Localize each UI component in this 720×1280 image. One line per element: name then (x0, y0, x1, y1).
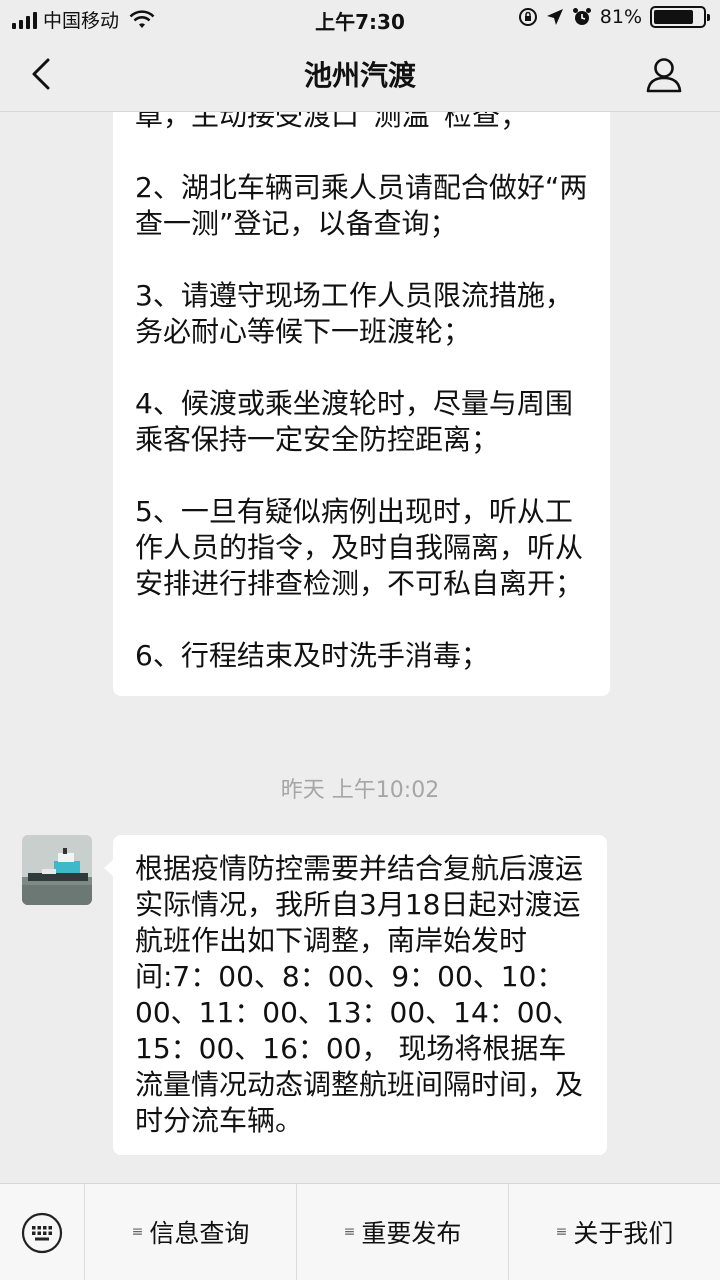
message-item: 3、请遵守现场工作人员限流措施，务必耐心等候下一班渡轮； (135, 279, 573, 348)
menu-lines-icon: ≡ (343, 1224, 356, 1240)
menu-item-info-query[interactable]: ≡ 信息查询 (85, 1184, 297, 1280)
rotation-lock-icon (518, 8, 537, 26)
status-bar: 中国移动 上午7:30 81% (0, 0, 720, 36)
avatar[interactable] (22, 835, 92, 905)
message-text: 根据疫情防控需要并结合复航后渡运实际情况，我所自3月18日起对渡运航班作出如下调… (135, 852, 584, 1137)
alarm-icon (572, 8, 591, 25)
menu-item-about-us[interactable]: ≡ 关于我们 (509, 1184, 720, 1280)
person-icon[interactable] (644, 54, 684, 94)
status-left: 中国移动 (12, 6, 155, 33)
ferry-avatar-image (22, 835, 92, 905)
status-right: 81% (518, 6, 710, 28)
message-partial-line: 章，主动接受渡口“测温”检查； (135, 112, 529, 132)
battery-icon (650, 6, 710, 28)
signal-icon (12, 11, 37, 29)
message-bubble[interactable]: 章，主动接受渡口“测温”检查； 2、湖北车辆司乘人员请配合做好“两查一测”登记，… (113, 112, 610, 696)
keyboard-toggle-button[interactable] (0, 1184, 85, 1280)
message-item: 6、行程结束及时洗手消毒； (135, 639, 489, 672)
keyboard-icon (21, 1212, 63, 1253)
nav-bar: 池州汽渡 (0, 36, 720, 112)
chevron-left-icon[interactable] (22, 54, 62, 94)
battery-fill (654, 10, 693, 24)
wifi-icon (129, 9, 155, 28)
message-item: 5、一旦有疑似病例出现时，听从工作人员的指令，及时自我隔离，听从安排进行排查检测… (135, 495, 584, 600)
menu-lines-icon: ≡ (131, 1224, 144, 1240)
page-title: 池州汽渡 (303, 59, 416, 92)
menu-item-label: 信息查询 (149, 1219, 250, 1248)
menu-item-label: 重要发布 (361, 1219, 462, 1248)
location-arrow-icon (546, 9, 563, 25)
menu-item-label: 关于我们 (573, 1219, 674, 1248)
menu-item-announcements[interactable]: ≡ 重要发布 (297, 1184, 509, 1280)
battery-percent: 81% (599, 6, 642, 28)
chat-area[interactable]: 章，主动接受渡口“测温”检查； 2、湖北车辆司乘人员请配合做好“两查一测”登记，… (0, 112, 720, 1183)
menu-lines-icon: ≡ (555, 1224, 568, 1240)
bottom-menu: ≡ 信息查询 ≡ 重要发布 ≡ 关于我们 (0, 1183, 720, 1280)
carrier-label: 中国移动 (43, 10, 120, 32)
message-item: 4、候渡或乘坐渡轮时，尽量与周围乘客保持一定安全防控距离； (135, 387, 573, 456)
message-timestamp: 昨天 上午10:02 (280, 778, 440, 803)
message-bubble[interactable]: 根据疫情防控需要并结合复航后渡运实际情况，我所自3月18日起对渡运航班作出如下调… (104, 835, 607, 1155)
message-item: 2、湖北车辆司乘人员请配合做好“两查一测”登记，以备查询； (135, 171, 588, 240)
